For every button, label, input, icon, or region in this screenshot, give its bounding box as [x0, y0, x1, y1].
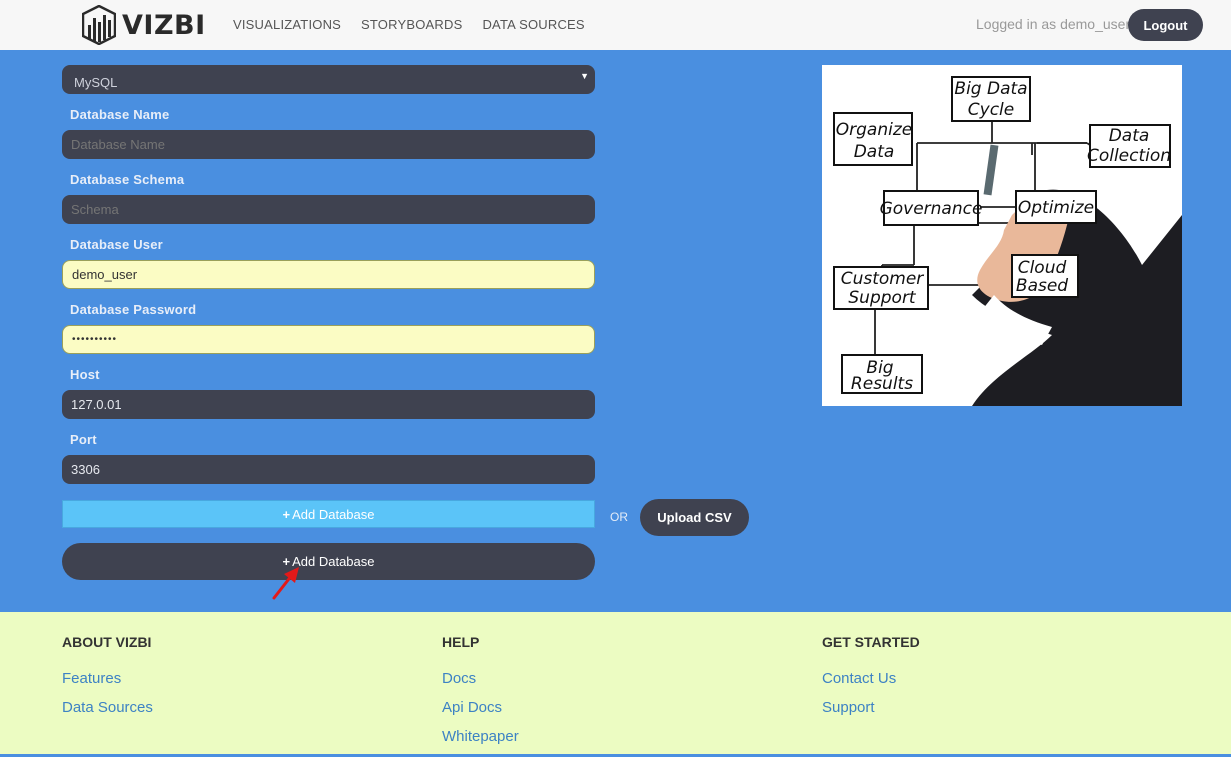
footer-start-column: GET STARTED Contact Us Support	[822, 634, 920, 728]
logo-text: VIZBI	[122, 9, 206, 41]
main-nav: VISUALIZATIONS STORYBOARDS DATA SOURCES	[233, 17, 605, 32]
select-caret-icon: ▼	[580, 71, 589, 81]
diagram-box-organize-line2: Data	[854, 142, 895, 162]
database-password-label: Database Password	[70, 302, 197, 317]
add-database-label: Add Database	[292, 554, 375, 569]
diagram-box-collection-line2: Collection	[1087, 146, 1171, 166]
site-footer: ABOUT VIZBI Features Data Sources HELP D…	[0, 612, 1231, 754]
footer-help-column: HELP Docs Api Docs Whitepaper	[442, 634, 519, 757]
nav-storyboards[interactable]: STORYBOARDS	[361, 17, 462, 32]
footer-start-title: GET STARTED	[822, 634, 920, 650]
database-user-label: Database User	[70, 237, 163, 252]
footer-help-title: HELP	[442, 634, 480, 650]
port-label: Port	[70, 432, 97, 447]
database-type-value: MySQL	[74, 75, 118, 90]
or-separator: OR	[610, 510, 628, 524]
database-user-input[interactable]	[62, 260, 595, 289]
vizbi-logo[interactable]: VIZBI	[82, 5, 206, 45]
diagram-box-collection-line1: Data	[1109, 126, 1150, 146]
diagram-box-results-line2: Results	[851, 374, 913, 394]
database-name-input[interactable]	[62, 130, 595, 159]
big-data-cycle-image: Big Data Cycle Organize Data Data Collec…	[822, 65, 1182, 406]
diagram-box-cycle-line1: Big Data	[954, 79, 1027, 99]
footer-link-contact-us[interactable]: Contact Us	[822, 670, 920, 687]
footer-link-support[interactable]: Support	[822, 699, 920, 716]
footer-about-column: ABOUT VIZBI Features Data Sources	[62, 634, 153, 728]
database-password-input[interactable]	[62, 325, 595, 354]
port-input[interactable]	[62, 455, 595, 484]
upload-csv-button[interactable]: Upload CSV	[640, 499, 749, 536]
logo-icon	[82, 5, 116, 45]
database-name-label: Database Name	[70, 107, 170, 122]
diagram-box-governance: Governance	[880, 199, 983, 219]
database-schema-label: Database Schema	[70, 172, 185, 187]
host-label: Host	[70, 367, 100, 382]
logout-button[interactable]: Logout	[1128, 9, 1203, 41]
diagram-box-optimize: Optimize	[1018, 198, 1094, 218]
diagram-box-cycle-line2: Cycle	[968, 100, 1014, 120]
footer-link-whitepaper[interactable]: Whitepaper	[442, 728, 519, 745]
footer-link-data-sources[interactable]: Data Sources	[62, 699, 153, 716]
diagram-box-support-line1: Customer	[841, 269, 925, 289]
nav-data-sources[interactable]: DATA SOURCES	[482, 17, 584, 32]
big-data-diagram: Big Data Cycle Organize Data Data Collec…	[833, 76, 1182, 406]
footer-about-title: ABOUT VIZBI	[62, 634, 152, 650]
nav-visualizations[interactable]: VISUALIZATIONS	[233, 17, 341, 32]
database-schema-input[interactable]	[62, 195, 595, 224]
footer-link-features[interactable]: Features	[62, 670, 153, 687]
red-pointer-arrow-icon	[272, 567, 299, 600]
add-database-button-light[interactable]: + Add Database	[62, 500, 595, 528]
database-type-select[interactable]: MySQL ▼	[62, 65, 595, 94]
host-input[interactable]	[62, 390, 595, 419]
add-database-button[interactable]: + Add Database	[62, 543, 595, 580]
plus-icon: +	[282, 506, 291, 522]
add-database-label: Add Database	[292, 506, 375, 522]
diagram-box-cloud-line2: Based	[1016, 276, 1068, 296]
diagram-box-cloud-line1: Cloud	[1018, 258, 1067, 278]
top-navbar: VIZBI VISUALIZATIONS STORYBOARDS DATA SO…	[0, 0, 1231, 50]
diagram-box-support-line2: Support	[848, 288, 917, 308]
footer-link-api-docs[interactable]: Api Docs	[442, 699, 519, 716]
logged-in-text: Logged in as demo_user	[976, 16, 1131, 32]
diagram-box-organize-line1: Organize	[836, 120, 912, 140]
footer-link-docs[interactable]: Docs	[442, 670, 519, 687]
